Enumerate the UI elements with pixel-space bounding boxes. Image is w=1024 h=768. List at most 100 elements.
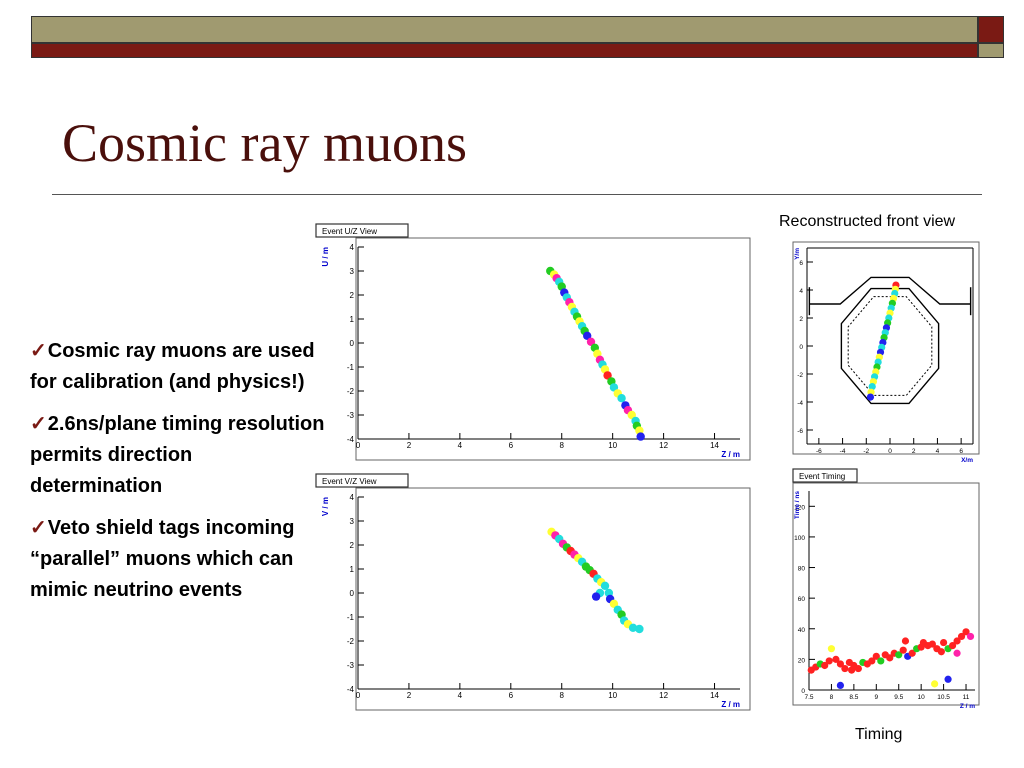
x-tick-label: -2 (863, 448, 869, 455)
y-tick-label: 2 (350, 541, 355, 550)
y-tick-label: 80 (798, 566, 806, 573)
y-tick-label: 40 (798, 627, 806, 634)
y-tick-label: 0 (350, 339, 355, 348)
data-point (937, 648, 945, 656)
data-point (899, 646, 907, 654)
x-axis-label: Z / m (721, 450, 740, 459)
y-tick-label: 0 (801, 688, 805, 695)
timing-caption: Timing (855, 726, 903, 743)
x-tick-label: 10 (918, 694, 926, 701)
data-point (901, 637, 910, 645)
x-tick-label: 4 (936, 448, 940, 455)
chart-title: Event Timing (799, 472, 845, 481)
y-tick-label: -2 (347, 637, 355, 646)
front-view-chart: -6 -4 -2 0 2 4 6 -6 -4 -2 0 2 4 6 X/m Y/m (792, 241, 980, 464)
slide-title: Cosmic ray muons (62, 113, 467, 173)
y-tick-label: 4 (350, 243, 355, 252)
x-axis-label: Z / m (960, 703, 975, 710)
y-tick-label: 0 (799, 344, 803, 351)
x-tick-label: 0 (356, 691, 361, 700)
data-point (836, 681, 845, 690)
title-divider (52, 194, 982, 195)
data-point (939, 638, 948, 647)
data-point (617, 394, 626, 403)
x-tick-label: 8.5 (849, 694, 858, 701)
uz-view-chart: Event U/Z View0 2 4 6 8 10 12 14-4-3-2-101234Z … (315, 223, 751, 461)
y-axis-label: V / m (321, 497, 330, 516)
data-point (854, 664, 862, 673)
x-tick-label: 10.5 (937, 694, 950, 701)
y-tick-label: -4 (347, 435, 355, 444)
bullet-list: ✓Cosmic ray muons are used for calibrati… (30, 336, 330, 617)
x-tick-label: 2 (407, 441, 412, 450)
vz-view-chart: Event V/Z View0 2 4 6 8 10 12 14-4-3-2-101234Z … (315, 473, 751, 711)
chart-title: Event V/Z View (322, 477, 377, 486)
data-point (966, 632, 975, 641)
y-tick-label: 4 (350, 493, 355, 502)
y-axis-label: U / m (321, 247, 330, 267)
plot-frame (355, 487, 751, 711)
data-point (825, 657, 833, 665)
plot-frame (792, 241, 980, 455)
x-tick-label: 4 (458, 691, 463, 700)
checkmark-icon: ✓ (30, 340, 47, 362)
y-tick-label: 1 (350, 565, 355, 574)
x-axis-label: Z / m (721, 700, 740, 709)
x-tick-label: 2 (912, 448, 916, 455)
y-tick-label: 3 (350, 517, 355, 526)
y-tick-label: -3 (347, 661, 355, 670)
x-axis-label: X/m (961, 457, 973, 464)
front-view-caption: Reconstructed front view (779, 213, 956, 230)
x-tick-label: 14 (710, 691, 719, 700)
x-tick-label: 9.5 (894, 694, 903, 701)
x-tick-label: -6 (816, 448, 822, 455)
corner-block-top (978, 16, 1004, 43)
title-band-top (31, 16, 978, 43)
y-tick-label: 4 (799, 288, 803, 295)
x-tick-label: 12 (659, 441, 668, 450)
x-tick-label: 6 (959, 448, 963, 455)
y-tick-label: -2 (347, 387, 355, 396)
bullet-text: 2.6ns/plane timing resolution permits di… (30, 413, 325, 497)
bullet-item: ✓Veto shield tags incoming “parallel” mu… (30, 513, 330, 606)
x-tick-label: 6 (509, 441, 514, 450)
y-axis-label: Time / ns (794, 491, 801, 519)
x-tick-label: 6 (509, 691, 514, 700)
corner-block-bottom (978, 43, 1004, 58)
bullet-text: Veto shield tags incoming “parallel” muo… (30, 517, 295, 601)
y-tick-label: -1 (347, 613, 355, 622)
y-tick-label: -6 (797, 428, 803, 435)
x-tick-label: 4 (458, 441, 463, 450)
y-tick-label: 1 (350, 315, 355, 324)
title-band-bottom (31, 43, 978, 58)
x-tick-label: 11 (963, 694, 970, 701)
y-tick-label: 3 (350, 267, 355, 276)
x-tick-label: 12 (659, 691, 668, 700)
chart-title: Event U/Z View (322, 227, 377, 236)
x-tick-label: 0 (356, 441, 361, 450)
x-tick-label: 0 (888, 448, 892, 455)
y-tick-label: 6 (799, 260, 803, 267)
bullet-item: ✓Cosmic ray muons are used for calibrati… (30, 336, 330, 398)
y-tick-label: 0 (350, 589, 355, 598)
checkmark-icon: ✓ (30, 517, 47, 539)
y-tick-label: -3 (347, 411, 355, 420)
y-tick-label: -2 (797, 372, 803, 379)
data-point (866, 393, 875, 401)
y-tick-label: 100 (794, 535, 805, 542)
x-tick-label: 8 (560, 691, 565, 700)
x-tick-label: 10 (608, 441, 617, 450)
bullet-item: ✓2.6ns/plane timing resolution permits d… (30, 409, 330, 502)
x-tick-label: 7.5 (804, 694, 813, 701)
x-tick-label: 9 (874, 694, 878, 701)
x-tick-label: 8 (830, 694, 834, 701)
data-point (591, 592, 601, 601)
data-point (841, 664, 849, 673)
data-point (877, 657, 885, 665)
y-tick-label: 2 (799, 316, 803, 323)
y-tick-label: 60 (798, 596, 806, 603)
data-point (931, 680, 939, 688)
plot-frame (792, 482, 980, 706)
y-axis-label: Y/m (794, 248, 801, 260)
x-tick-label: -4 (840, 448, 846, 455)
